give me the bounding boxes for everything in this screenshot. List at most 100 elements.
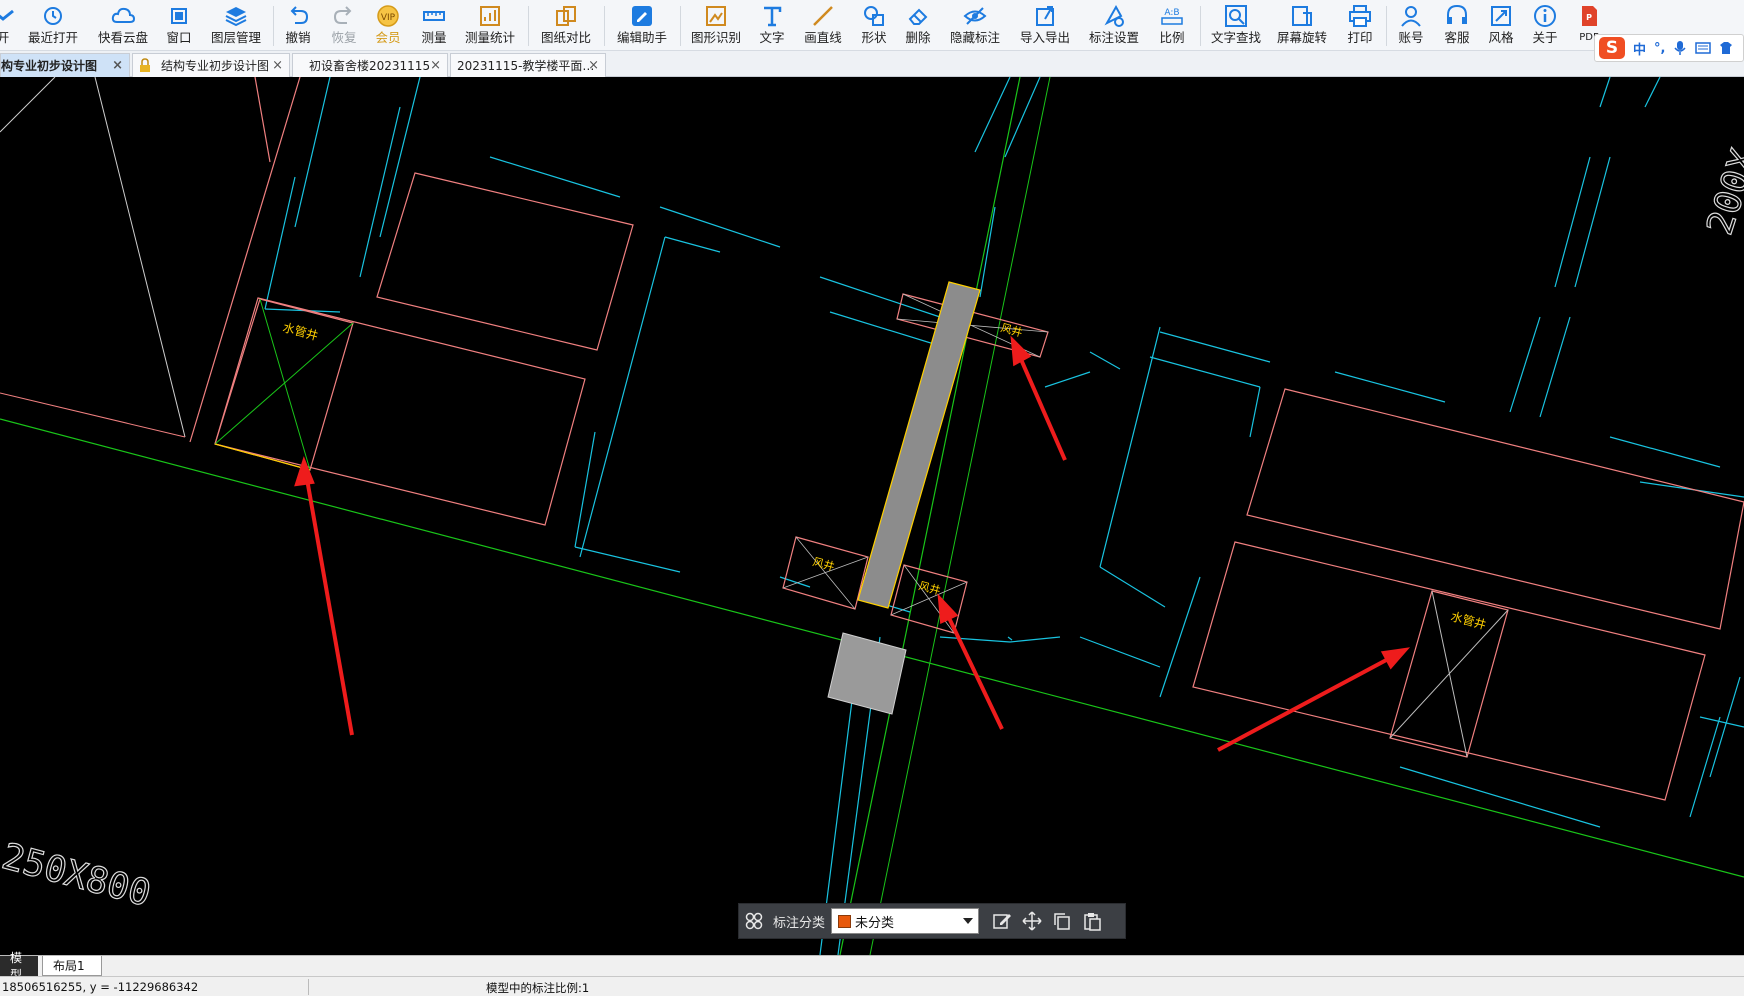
tab-teaching-building[interactable]: 20231115-教学楼平面… ×: [450, 53, 606, 77]
cloud-button[interactable]: 快看云盘: [94, 0, 152, 51]
compare-icon: [556, 6, 576, 26]
style-icon: [1491, 6, 1511, 26]
account-button[interactable]: 账号: [1394, 0, 1428, 51]
hide-annotation-button[interactable]: 隐藏标注: [946, 0, 1004, 51]
toolbar-separator: [680, 6, 681, 46]
tab-structure-design[interactable]: 结构专业初步设计图 ×: [132, 53, 290, 77]
rotate-screen-icon: [1292, 6, 1312, 26]
style-button[interactable]: 风格: [1484, 0, 1518, 51]
grid-menu-icon: [745, 912, 763, 930]
category-color-swatch: [838, 914, 852, 928]
import-export-button[interactable]: 导入导出: [1016, 0, 1074, 51]
undo-icon: [290, 6, 309, 24]
category-value: 未分类: [855, 915, 895, 931]
toolbar-separator: [1200, 6, 1201, 46]
text-search-icon: [1225, 5, 1247, 27]
ime-mode[interactable]: 中: [1633, 39, 1646, 58]
redo-button[interactable]: 恢复: [328, 0, 360, 51]
status-divider: [308, 979, 309, 995]
water-well-right[interactable]: 水管井: [1389, 590, 1509, 758]
arrow-line: [302, 461, 354, 736]
water-well-left[interactable]: 水管井: [214, 298, 354, 471]
dimension-text: 200X: [1700, 144, 1744, 239]
tab-barn-design[interactable]: 初设畜舍楼20231115 ×: [292, 53, 448, 77]
paste-annotation-button[interactable]: [1077, 906, 1107, 936]
scale-button[interactable]: A:B 比例: [1154, 0, 1190, 51]
text-icon: [764, 6, 782, 27]
tab-model[interactable]: 模型: [0, 951, 38, 982]
selected-beam[interactable]: [857, 281, 981, 609]
text-search-button[interactable]: 文字查找: [1208, 0, 1264, 51]
rotate-screen-button[interactable]: 屏幕旋转: [1274, 0, 1330, 51]
shirt-icon[interactable]: [1719, 41, 1733, 55]
vip-icon: VIP: [377, 5, 399, 27]
shape-button[interactable]: 形状: [858, 0, 890, 51]
text-button[interactable]: 文字: [756, 0, 788, 51]
print-button[interactable]: 打印: [1342, 0, 1378, 51]
sogou-logo-icon: S: [1599, 37, 1625, 59]
tab-arch-design[interactable]: 构专业初步设计图 ×: [0, 53, 130, 77]
close-icon[interactable]: ×: [272, 58, 283, 73]
close-icon[interactable]: ×: [588, 58, 599, 73]
measure-stats-icon: [480, 6, 500, 26]
svg-text:P: P: [1586, 13, 1592, 22]
recent-button[interactable]: 最近打开: [24, 0, 82, 51]
delete-button[interactable]: 删除: [902, 0, 934, 51]
close-icon[interactable]: ×: [430, 58, 441, 73]
tab-layout1[interactable]: 布局1: [42, 956, 102, 976]
selected-column[interactable]: [827, 632, 907, 715]
ime-toolbar[interactable]: S 中 °,: [1594, 34, 1744, 62]
ime-punctuation[interactable]: °,: [1654, 41, 1665, 56]
hide-annotation-icon: [963, 7, 987, 25]
annotation-settings-button[interactable]: 标注设置: [1086, 0, 1142, 51]
redo-icon: [333, 6, 352, 24]
grid-menu-button[interactable]: [739, 906, 769, 936]
category-select[interactable]: 未分类: [831, 908, 980, 934]
toolbar-separator: [1386, 6, 1387, 46]
eraser-icon: [908, 8, 928, 25]
copy-annotation-button[interactable]: [1047, 906, 1077, 936]
support-button[interactable]: 客服: [1440, 0, 1474, 51]
svg-text:VIP: VIP: [381, 13, 396, 23]
window-button[interactable]: 窗口: [162, 0, 196, 51]
move-annotation-button[interactable]: [1017, 906, 1047, 936]
arrow-head: [1010, 335, 1032, 367]
line-button[interactable]: 画直线: [800, 0, 846, 51]
compare-button[interactable]: 图纸对比: [538, 0, 594, 51]
water-well-label: 水管井: [281, 319, 320, 343]
cloud-icon: [111, 7, 136, 23]
edit-assistant-button[interactable]: 编辑助手: [614, 0, 670, 51]
microphone-icon[interactable]: [1673, 40, 1687, 56]
about-button[interactable]: 关于: [1528, 0, 1562, 51]
edit-annotation-button[interactable]: [987, 906, 1017, 936]
about-icon: [1534, 5, 1556, 27]
status-bar: 18506516255, y = -11229686342 模型中的标注比例:1: [0, 976, 1744, 996]
layers-button[interactable]: 图层管理: [208, 0, 264, 51]
shape-icon: [864, 6, 884, 26]
edit-assistant-icon: [632, 6, 652, 26]
vip-button[interactable]: VIP 会员: [372, 0, 404, 51]
arrow-head: [937, 593, 959, 625]
edit-icon: [993, 914, 1012, 929]
drawing-canvas[interactable]: 水管井 水管井 风井 风井 风井 250X800 200X 标注分类 未分类: [0, 77, 1744, 955]
cad-viewer-app: 开 最近打开 快看云盘 窗口 图层管理 撤销 恢复 VIP 会员 测量 测量统计…: [0, 0, 1744, 996]
undo-button[interactable]: 撤销: [282, 0, 314, 51]
wall-line: [0, 392, 186, 438]
room-outlines: [189, 77, 1744, 801]
water-well-label: 水管井: [1449, 608, 1488, 632]
wind-well-right[interactable]: 风井: [890, 564, 968, 634]
arrow-head: [294, 456, 315, 487]
lock-icon: [140, 58, 150, 72]
annotation-toolbar: 标注分类 未分类: [738, 903, 1126, 939]
measure-stats-button[interactable]: 测量统计: [462, 0, 518, 51]
close-icon[interactable]: ×: [112, 58, 123, 73]
recent-icon: [44, 7, 62, 25]
keyboard-icon[interactable]: [1695, 42, 1712, 54]
shape-recognize-button[interactable]: 图形识别: [688, 0, 744, 51]
cyan-grid: [264, 77, 1744, 955]
account-icon: [1401, 6, 1421, 27]
measure-button[interactable]: 测量: [418, 0, 450, 51]
cad-drawing[interactable]: 水管井 水管井 风井 风井 风井 250X800 200X: [0, 77, 1744, 955]
wind-well-left[interactable]: 风井: [782, 536, 869, 610]
open-button[interactable]: 开: [0, 0, 14, 51]
